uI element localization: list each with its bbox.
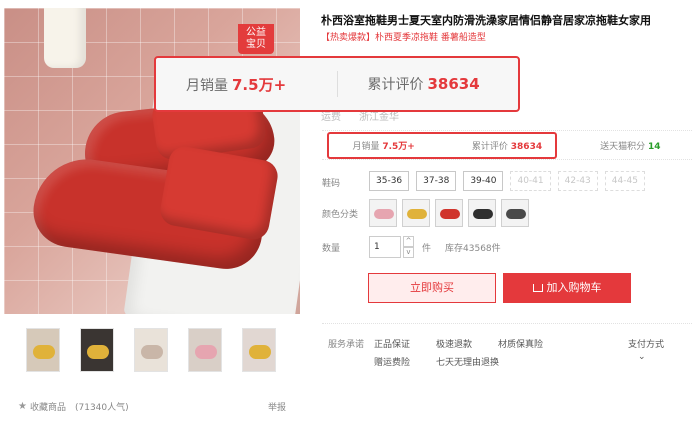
thumbnail[interactable] <box>242 328 276 372</box>
favorite-count: (71340人气) <box>74 403 129 413</box>
quantity-unit: 件 <box>422 243 432 254</box>
quantity-label: 数量 <box>322 244 341 254</box>
quantity-stepper: ^ v 件 库存43568件 <box>369 236 501 258</box>
payment-label: 支付方式 <box>628 340 665 350</box>
color-swatch[interactable] <box>468 199 496 227</box>
color-options <box>369 199 529 227</box>
charity-badge: 公益 宝贝 <box>238 24 274 54</box>
size-option[interactable]: 37-38 <box>416 171 457 191</box>
service-promises: 正品保证 极速退款 材质保真险 赠运费险 七天无理由退换 <box>374 337 574 368</box>
stats-highlight-box <box>327 132 557 159</box>
add-to-cart-label: 加入购物车 <box>546 281 602 294</box>
stock-text: 库存43568件 <box>445 243 501 254</box>
color-swatch[interactable] <box>402 199 430 227</box>
thumbnail[interactable] <box>188 328 222 372</box>
size-option[interactable]: 35-36 <box>369 171 410 191</box>
size-option: 42-43 <box>557 171 598 191</box>
product-title: 朴西浴室拖鞋男士夏天室内防滑洗澡家居情侣静音居家凉拖鞋女家用 <box>321 14 651 27</box>
color-label: 颜色分类 <box>322 210 359 220</box>
favorite-link[interactable]: ★ 收藏商品 (71340人气) <box>18 400 129 413</box>
payment-methods[interactable]: 支付方式 ⌄ <box>628 337 664 362</box>
bottle-image <box>44 8 86 68</box>
quantity-buttons: ^ v <box>403 236 414 258</box>
zoom-monthly-sales: 月销量 7.5万+ <box>186 75 287 94</box>
service-item[interactable]: 极速退款 <box>436 337 498 350</box>
color-swatch[interactable] <box>435 199 463 227</box>
size-option[interactable]: 39-40 <box>463 171 504 191</box>
service-item[interactable]: 赠运费险 <box>374 355 436 368</box>
thumbnail-strip <box>26 328 276 372</box>
increment-button[interactable]: ^ <box>403 236 414 247</box>
service-item[interactable]: 正品保证 <box>374 337 436 350</box>
service-item[interactable]: 材质保真险 <box>498 337 574 350</box>
favorite-label: 收藏商品 <box>29 403 66 413</box>
quantity-input[interactable] <box>369 236 401 258</box>
service-item[interactable]: 七天无理由退换 <box>436 355 574 368</box>
size-label: 鞋码 <box>322 179 341 189</box>
buy-now-button[interactable]: 立即购买 <box>368 273 496 303</box>
add-to-cart-button[interactable]: 加入购物车 <box>503 273 631 303</box>
report-link[interactable]: 举报 <box>268 400 286 413</box>
thumbnail[interactable] <box>26 328 60 372</box>
zoom-total-reviews: 累计评价 38634 <box>367 75 480 93</box>
cart-icon <box>532 284 543 292</box>
decrement-button[interactable]: v <box>403 247 414 258</box>
main-product-image[interactable]: 公益 宝贝 <box>4 8 300 314</box>
service-label: 服务承诺 <box>328 340 365 350</box>
zoomed-stats-callout: 月销量 7.5万+ 累计评价 38634 <box>154 56 520 112</box>
color-swatch[interactable] <box>501 199 529 227</box>
size-options: 35-36 37-38 39-40 40-41 42-43 44-45 <box>369 171 645 191</box>
thumbnail[interactable] <box>80 328 114 372</box>
product-subtitle: 【热卖爆款】朴西夏季凉拖鞋 番薯船造型 <box>321 33 486 43</box>
section-divider <box>322 323 692 324</box>
thumbnail[interactable] <box>134 328 168 372</box>
star-icon: ★ <box>18 401 27 412</box>
color-swatch[interactable] <box>369 199 397 227</box>
tmall-points: 送天猫积分 14 <box>600 141 661 152</box>
chevron-down-icon: ⌄ <box>638 352 646 362</box>
size-option: 44-45 <box>604 171 645 191</box>
size-option: 40-41 <box>510 171 551 191</box>
